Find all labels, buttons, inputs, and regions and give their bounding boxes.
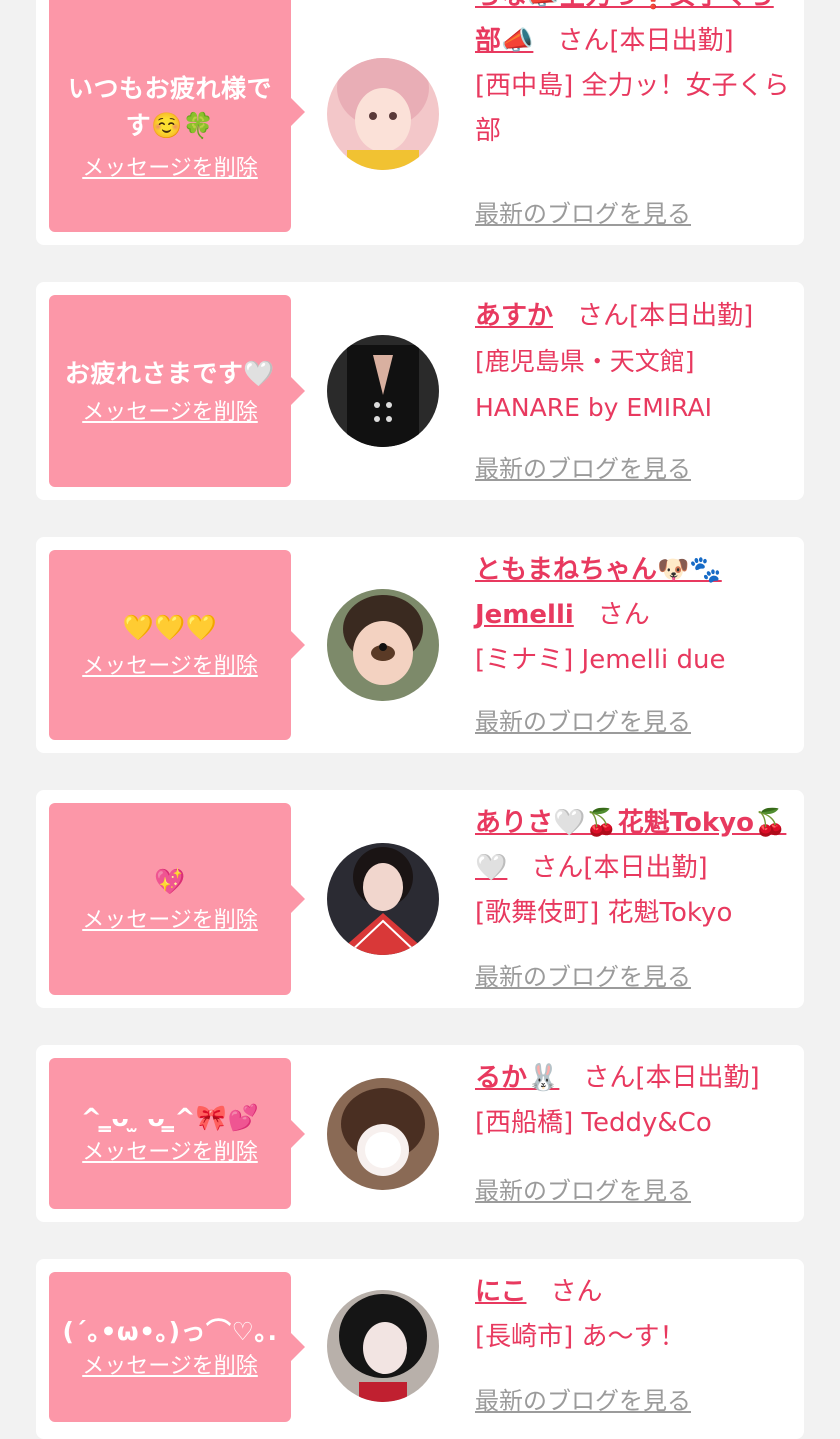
cast-info: るか🐰 さん[本日出勤] [西船橋] Teddy&Co xyxy=(475,1056,797,1146)
avatar[interactable] xyxy=(327,335,439,447)
cast-info: あすか さん[本日出勤] [鹿児島県・天文館] HANARE by EMIRAI xyxy=(475,294,797,431)
honorific: さん xyxy=(531,853,584,883)
message-card: ^ ̳ᴗ ̫ ᴗ ̳^🎀💕 メッセージを削除 るか🐰 さん[本日出勤] [西船橋]… xyxy=(36,1045,804,1222)
shop-location: [西船橋] Teddy&Co xyxy=(475,1108,712,1138)
shop-location: [長崎市] あ〜す！ xyxy=(475,1322,686,1352)
latest-blog-link[interactable]: 最新のブログを見る xyxy=(475,449,691,484)
cast-info: ともまねちゃん🐶🐾Jemelli さん [ミナミ] Jemelli due xyxy=(475,548,797,683)
message-text: お疲れさまです🤍 xyxy=(64,358,276,388)
latest-blog-link[interactable]: 最新のブログを見る xyxy=(475,194,691,229)
honorific: さん xyxy=(557,26,610,56)
message-bubble: (´｡•ω•｡)っ⌒♡｡. メッセージを削除 xyxy=(49,1272,305,1422)
avatar[interactable] xyxy=(327,1290,439,1402)
delete-message-link[interactable]: メッセージを削除 xyxy=(82,1352,258,1382)
latest-blog-link[interactable]: 最新のブログを見る xyxy=(475,957,691,992)
message-bubble: お疲れさまです🤍 メッセージを削除 xyxy=(49,295,305,487)
message-card: 💖 メッセージを削除 ありさ🤍🍒花魁Tokyo🍒🤍 さん[本日出勤] [歌舞伎町]… xyxy=(36,790,804,1008)
avatar[interactable] xyxy=(327,589,439,701)
message-bubble: 💛💛💛 メッセージを削除 xyxy=(49,550,305,740)
delete-message-link[interactable]: メッセージを削除 xyxy=(82,154,258,184)
attendance-status: [本日出勤] xyxy=(629,301,754,331)
cast-name-link[interactable]: あすか xyxy=(475,301,553,331)
message-bubble: いつもお疲れ様です☺️🍀 メッセージを削除 xyxy=(49,0,305,232)
honorific: さん xyxy=(550,1277,603,1307)
latest-blog-link[interactable]: 最新のブログを見る xyxy=(475,702,691,737)
message-card: (´｡•ω•｡)っ⌒♡｡. メッセージを削除 にこ さん [長崎市] あ〜す！ 最… xyxy=(36,1259,804,1439)
cast-info: ありさ🤍🍒花魁Tokyo🍒🤍 さん[本日出勤] [歌舞伎町] 花魁Tokyo xyxy=(475,801,797,936)
delete-message-link[interactable]: メッセージを削除 xyxy=(82,398,258,428)
shop-location: [鹿児島県・天文館] HANARE by EMIRAI xyxy=(475,347,712,422)
honorific: さん xyxy=(577,301,630,331)
message-card: お疲れさまです🤍 メッセージを削除 あすか さん[本日出勤] [鹿児島県・天文館]… xyxy=(36,282,804,500)
message-card: いつもお疲れ様です☺️🍀 メッセージを削除 らな📣全力っ❗️女子くら部📣さん[本… xyxy=(36,0,804,245)
avatar[interactable] xyxy=(327,58,439,170)
honorific: さん xyxy=(583,1063,636,1093)
attendance-status: [本日出勤] xyxy=(583,853,708,883)
message-card: 💛💛💛 メッセージを削除 ともまねちゃん🐶🐾Jemelli さん [ミナミ] Je… xyxy=(36,537,804,753)
shop-location: [ミナミ] Jemelli due xyxy=(475,645,726,675)
shop-location: [歌舞伎町] 花魁Tokyo xyxy=(475,898,733,928)
message-text: 💖 xyxy=(154,866,186,896)
message-text: ^ ̳ᴗ ̫ ᴗ ̳^🎀💕 xyxy=(80,1103,260,1132)
message-text: (´｡•ω•｡)っ⌒♡｡. xyxy=(62,1316,278,1346)
delete-message-link[interactable]: メッセージを削除 xyxy=(82,1138,258,1168)
latest-blog-link[interactable]: 最新のブログを見る xyxy=(475,1171,691,1206)
cast-name-link[interactable]: にこ xyxy=(475,1277,526,1307)
message-text: 💛💛💛 xyxy=(122,612,218,642)
shop-location: [西中島] 全力ッ！女子くら部 xyxy=(475,71,790,146)
delete-message-link[interactable]: メッセージを削除 xyxy=(82,906,258,936)
avatar[interactable] xyxy=(327,843,439,955)
cast-info: にこ さん [長崎市] あ〜す！ xyxy=(475,1270,797,1360)
honorific: さん xyxy=(597,600,650,630)
message-bubble: ^ ̳ᴗ ̫ ᴗ ̳^🎀💕 メッセージを削除 xyxy=(49,1058,305,1209)
attendance-status: [本日出勤] xyxy=(635,1063,760,1093)
latest-blog-link[interactable]: 最新のブログを見る xyxy=(475,1381,691,1416)
avatar[interactable] xyxy=(327,1078,439,1190)
cast-info: らな📣全力っ❗️女子くら部📣さん[本日出勤] [西中島] 全力ッ！女子くら部 xyxy=(475,0,797,154)
delete-message-link[interactable]: メッセージを削除 xyxy=(82,652,258,682)
message-text: いつもお疲れ様です☺️🍀 xyxy=(67,74,272,140)
message-bubble: 💖 メッセージを削除 xyxy=(49,803,305,995)
cast-name-link[interactable]: るか🐰 xyxy=(475,1063,559,1093)
attendance-status: [本日出勤] xyxy=(609,26,734,56)
